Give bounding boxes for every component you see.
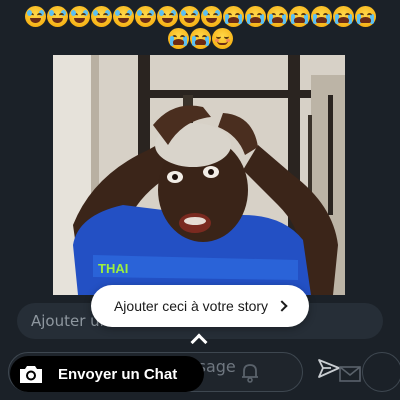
chevron-right-icon: [276, 300, 288, 312]
face-with-tears-of-joy-icon: [46, 6, 68, 27]
camera-icon: [20, 366, 42, 383]
face-with-tears-of-joy-icon: [112, 6, 134, 27]
shirt-text: THAI: [98, 261, 128, 276]
add-to-story-label: Ajouter ceci à votre story: [113, 298, 269, 314]
face-with-tears-of-joy-icon: [178, 6, 200, 27]
loudly-crying-face-icon: [310, 6, 332, 27]
face-with-tears-of-joy-icon: [156, 6, 178, 27]
face-with-tears-of-joy-icon: [90, 6, 112, 27]
loudly-crying-face-icon: [354, 6, 376, 27]
story-photo-illustration: THAI: [53, 55, 345, 295]
face-with-tears-of-joy-icon: [134, 6, 156, 27]
add-to-story-button[interactable]: Ajouter ceci à votre story: [91, 285, 309, 327]
relieved-face-icon: [211, 28, 233, 49]
loudly-crying-face-icon: [332, 6, 354, 27]
emoji-row-second: [0, 28, 400, 49]
emoji-row-top: [0, 6, 400, 27]
gallery-button[interactable]: [362, 352, 400, 392]
story-photo[interactable]: THAI: [53, 55, 345, 295]
send-chat-button[interactable]: Envoyer un Chat: [10, 356, 204, 392]
mail-icon: [339, 366, 361, 382]
bell-icon: [242, 364, 258, 383]
send-chat-label: Envoyer un Chat: [58, 365, 178, 383]
face-with-tears-of-joy-icon: [200, 6, 222, 27]
face-with-tears-of-joy-icon: [24, 6, 46, 27]
loudly-crying-face-icon: [189, 28, 211, 49]
loudly-crying-face-icon: [266, 6, 288, 27]
loudly-crying-face-icon: [167, 28, 189, 49]
loudly-crying-face-icon: [222, 6, 244, 27]
face-with-tears-of-joy-icon: [68, 6, 90, 27]
loudly-crying-face-icon: [288, 6, 310, 27]
loudly-crying-face-icon: [244, 6, 266, 27]
